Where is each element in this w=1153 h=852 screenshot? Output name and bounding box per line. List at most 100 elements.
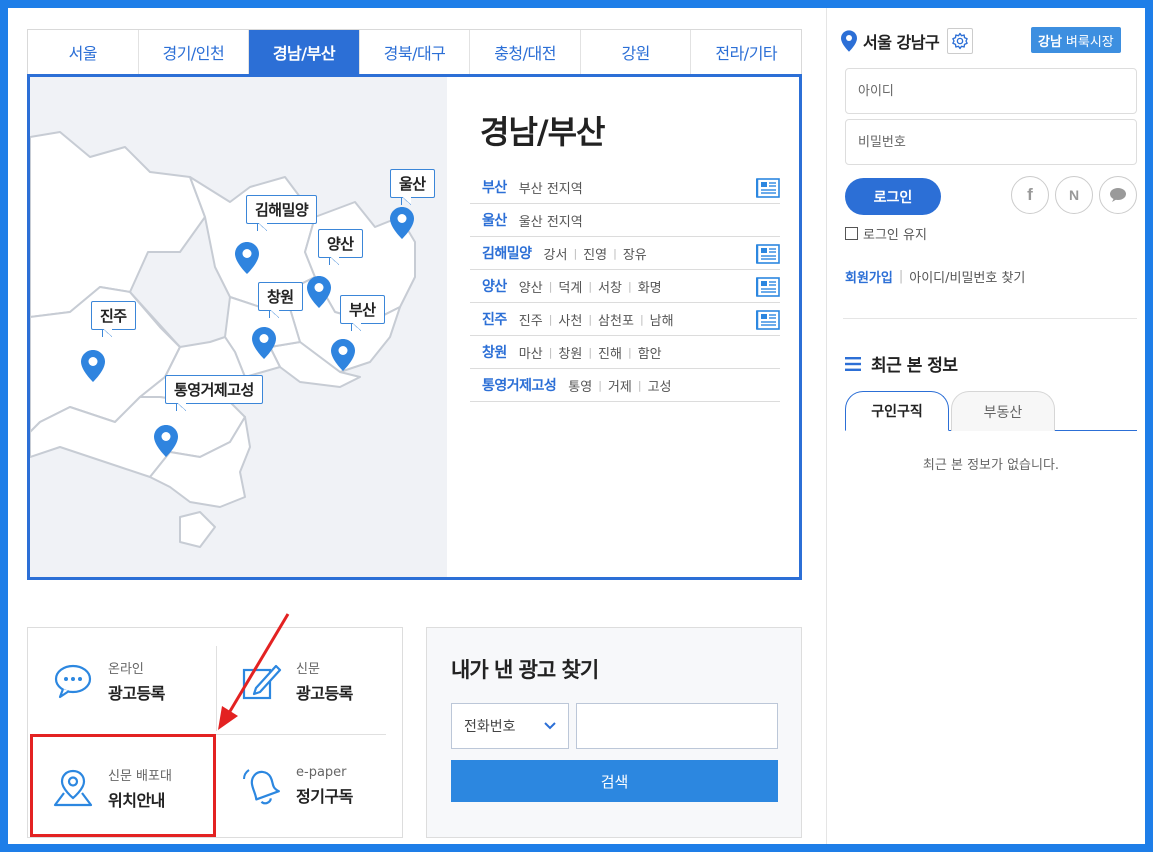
subarea-link[interactable]: 사천 [558,310,582,329]
tab-gyeongnam-busan[interactable]: 경남/부산 [249,30,360,74]
subarea-link[interactable]: 덕계 [558,277,582,296]
subarea-link[interactable]: 진주 [519,310,543,329]
subarea-link[interactable]: 함안 [638,343,662,362]
separator: | [627,345,632,359]
map-pin-icon[interactable] [307,276,331,308]
subarea-link[interactable]: 남해 [650,310,674,329]
map-pin-icon[interactable] [235,242,259,274]
signup-link[interactable]: 회원가입 [845,267,893,286]
tab-jeolla-etc[interactable]: 전라/기타 [691,30,801,74]
separator: | [548,279,553,293]
subarea-link[interactable]: 고성 [648,376,672,395]
subarea-link[interactable]: 서창 [598,277,622,296]
subarea-link[interactable]: 삼천포 [598,310,634,329]
map-label-yangsan[interactable]: 양산 [318,229,363,265]
region-row-name[interactable]: 부산 [482,177,507,197]
subarea-link[interactable]: 장유 [623,244,647,263]
subarea-link[interactable]: 화명 [638,277,662,296]
tab-recent-real-estate[interactable]: 부동산 [951,391,1055,431]
map-label-gimhae-miryang[interactable]: 김해밀양 [246,195,318,231]
online-ad-small-label: 온라인 [108,662,144,677]
online-ad-register-link[interactable]: 온라인 광고등록 [52,658,165,704]
password-field[interactable] [845,119,1137,165]
separator: | [548,312,553,326]
keep-login-checkbox[interactable] [845,227,858,240]
region-row-subareas: 강서 | 진영 | 장유 [544,244,647,263]
facebook-icon: f [1027,185,1033,204]
separator: | [548,345,553,359]
subarea-link[interactable]: 마산 [519,343,543,362]
newspaper-icon[interactable] [756,178,780,198]
subarea-link[interactable]: 양산 [519,277,543,296]
subarea-link[interactable]: 통영 [568,376,592,395]
keep-login-label: 로그인 유지 [863,228,927,243]
newspaper-icon[interactable] [756,244,780,264]
map-label-ulsan[interactable]: 울산 [390,169,435,205]
map-label-changwon[interactable]: 창원 [258,282,303,318]
separator: | [588,279,593,293]
map-pin-icon[interactable] [154,425,178,457]
tab-gangwon[interactable]: 강원 [581,30,692,74]
region-row: 양산 양산 | 덕계 | 서창 | 화명 [470,270,780,303]
online-ad-big-label: 광고등록 [108,684,165,703]
separator: | [898,269,904,284]
facebook-login-button[interactable]: f [1011,176,1049,214]
naver-login-button[interactable]: N [1055,176,1093,214]
region-row-name[interactable]: 진주 [482,309,507,329]
region-row-subareas: 양산 | 덕계 | 서창 | 화명 [519,277,662,296]
user-id-field[interactable] [845,68,1137,114]
search-button[interactable]: 검색 [451,760,778,802]
tab-recent-jobs[interactable]: 구인구직 [845,391,949,431]
map-pin-icon[interactable] [390,207,414,239]
region-row-subareas: 진주 | 사천 | 삼천포 | 남해 [519,310,674,329]
tab-gyeonggi-incheon[interactable]: 경기/인천 [139,30,250,74]
newspaper-stand-location-link[interactable]: 신문 배포대 위치안내 [52,765,172,811]
map-pin-icon[interactable] [81,350,105,382]
location-selector: 서울 강남구 [841,28,974,54]
tab-chungcheong-daejeon[interactable]: 충청/대전 [470,30,581,74]
newspaper-icon[interactable] [756,277,780,297]
tab-seoul[interactable]: 서울 [28,30,139,74]
location-settings-button[interactable] [947,28,974,54]
region-row-name[interactable]: 양산 [482,276,507,296]
search-type-select[interactable]: 전화번호 [451,703,569,749]
login-button[interactable]: 로그인 [845,178,941,215]
region-map: 울산 김해밀양 양산 창원 부산 진주 통영거제고성 [30,77,447,577]
subarea-link[interactable]: 창원 [558,343,582,362]
region-row: 창원 마산 | 창원 | 진해 | 함안 [470,336,780,369]
subarea-link[interactable]: 강서 [544,244,568,263]
subarea-link[interactable]: 울산 전지역 [519,211,583,230]
map-label-jinju[interactable]: 진주 [91,301,136,337]
location-pin-icon [841,30,857,52]
region-row-name[interactable]: 통영거제고성 [482,375,557,395]
subarea-link[interactable]: 부산 전지역 [519,178,583,197]
epaper-big-label: 정기구독 [296,787,353,806]
separator: | [627,279,632,293]
kakao-login-button[interactable] [1099,176,1137,214]
recent-empty-message: 최근 본 정보가 없습니다. [922,458,1060,473]
stand-small-label: 신문 배포대 [108,769,172,784]
local-site-badge[interactable]: 강남 벼룩시장 [1031,27,1121,53]
newspaper-icon[interactable] [756,310,780,330]
tab-gyeongbuk-daegu[interactable]: 경북/대구 [360,30,471,74]
subarea-link[interactable]: 진영 [583,244,607,263]
subarea-link[interactable]: 진해 [598,343,622,362]
map-label-busan[interactable]: 부산 [340,295,385,331]
chat-bubble-icon [54,664,92,699]
recent-viewed-header: 최근 본 정보 [845,351,958,376]
region-row-name[interactable]: 울산 [482,210,507,230]
keep-login[interactable]: 로그인 유지 [845,224,927,243]
subarea-link[interactable]: 거제 [608,376,632,395]
search-input[interactable] [576,703,778,749]
account-links: 회원가입 | 아이디/비밀번호 찾기 [845,267,1025,286]
region-row-subareas: 부산 전지역 [519,178,583,197]
region-row-name[interactable]: 창원 [482,342,507,362]
find-account-link[interactable]: 아이디/비밀번호 찾기 [909,267,1025,286]
divider [843,318,1137,319]
map-pin-icon[interactable] [331,339,355,371]
map-pin-icon[interactable] [252,327,276,359]
region-row-name[interactable]: 김해밀양 [482,243,532,263]
epaper-small-label: e-paper [296,765,347,780]
map-label-tongyeong-geoje-goseong[interactable]: 통영거제고성 [165,375,263,411]
epaper-subscribe-link[interactable]: e-paper 정기구독 [240,765,353,807]
